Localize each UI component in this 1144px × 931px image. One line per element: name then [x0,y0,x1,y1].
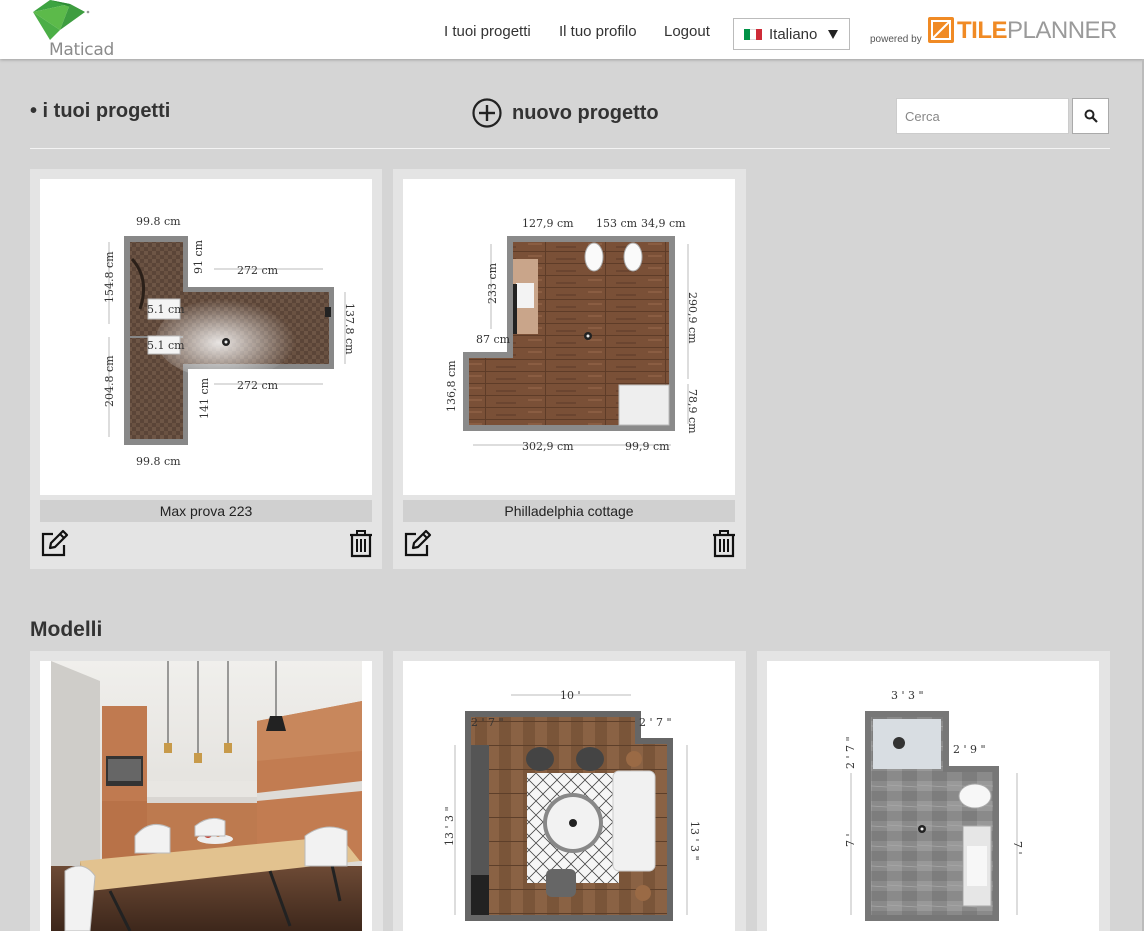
dim-label: 272 cm [237,264,279,277]
dim-label: 7 ' [1011,841,1024,855]
section-divider [30,148,1110,149]
logo-text: Maticad [49,40,114,60]
edit-icon [404,529,432,557]
dim-label: 91 cm [192,239,205,274]
dim-label: 153 cm [596,217,638,230]
dim-label: 99,9 cm [625,440,670,453]
dim-label: 2 ' 7 " [471,716,504,729]
nav-your-projects[interactable]: I tuoi progetti [444,23,531,40]
dim-label: 7 ' [844,833,857,847]
dim-label: 233 cm [486,262,499,304]
brand-planner: PLANNER [1007,17,1117,44]
dim-label: 87 cm [476,333,511,346]
project-thumbnail-1[interactable]: 99.8 cm 91 cm 272 cm 154.8 cm 5.1 cm 5.1… [40,179,372,495]
model-card-3: 3 ' 3 " 2 ' 7 " 2 ' 9 " 7 ' 7 ' [757,651,1110,931]
trash-icon [350,530,372,558]
dim-label: 204.8 cm [103,355,116,407]
powered-by-label: powered by [870,34,922,45]
language-label: Italiano [769,25,818,43]
dim-label: 290,9 cm [686,292,699,344]
edit-icon [41,529,69,557]
new-project-button[interactable]: nuovo progetto [472,98,659,128]
dim-label: 154.8 cm [103,251,116,303]
floor-plan-2: 127,9 cm 153 cm 34,9 cm 233 cm 290,9 cm … [445,217,699,453]
edit-project-button[interactable] [402,529,432,559]
model-thumbnail-kitchen[interactable] [40,661,372,931]
edit-project-button[interactable] [39,529,69,559]
search-button[interactable] [1072,98,1109,134]
dim-label: 13 ' 3 " [443,806,456,846]
dim-label: 99.8 cm [136,215,181,228]
dim-label: 78,9 cm [686,389,699,434]
search-input[interactable] [896,98,1069,134]
tileplanner-brand[interactable]: TILEPLANNER [957,17,1117,45]
nav-your-profile[interactable]: Il tuo profilo [559,23,637,40]
plus-circle-icon [472,98,502,128]
project-thumbnail-2[interactable]: 127,9 cm 153 cm 34,9 cm 233 cm 290,9 cm … [403,179,735,495]
floor-plan-model-2: 10 ' 2 ' 7 " 2 ' 7 " 13 ' 3 " 13 ' 3 " [443,689,701,921]
dim-label: 141 cm [198,377,211,419]
brand-tile: TILE [957,17,1008,44]
new-project-label: nuovo progetto [512,101,659,124]
italy-flag-icon [744,28,762,40]
dim-label: 3 ' 3 " [891,689,924,702]
delete-project-button[interactable] [348,529,374,559]
model-card-1 [30,651,383,931]
dim-label: 5.1 cm [147,303,185,316]
floor-plan-model-3: 3 ' 3 " 2 ' 7 " 2 ' 9 " 7 ' 7 ' [844,689,1024,921]
dim-label: 10 ' [560,689,581,702]
project-card-2: 127,9 cm 153 cm 34,9 cm 233 cm 290,9 cm … [393,169,746,569]
dim-label: 2 ' 7 " [844,736,857,769]
language-select[interactable]: Italiano [733,18,850,50]
dim-label: 2 ' 9 " [953,743,986,756]
dim-label: 5.1 cm [147,339,185,352]
floor-plan-1: 99.8 cm 91 cm 272 cm 154.8 cm 5.1 cm 5.1… [103,215,356,468]
dim-label: 99.8 cm [136,455,181,468]
dim-label: 127,9 cm [522,217,574,230]
dim-label: 272 cm [237,379,279,392]
dim-label: 137.8 cm [343,303,356,355]
project-card-1: 99.8 cm 91 cm 272 cm 154.8 cm 5.1 cm 5.1… [30,169,382,569]
trash-icon [713,530,735,558]
search-icon [1084,109,1098,123]
project-name[interactable]: Philladelphia cottage [403,500,735,522]
projects-title: • i tuoi progetti [30,100,171,122]
model-thumbnail-living[interactable]: 10 ' 2 ' 7 " 2 ' 7 " 13 ' 3 " 13 ' 3 " [403,661,735,931]
nav-logout[interactable]: Logout [664,23,710,40]
model-card-2: 10 ' 2 ' 7 " 2 ' 7 " 13 ' 3 " 13 ' 3 " [393,651,746,931]
dim-label: 136,8 cm [445,360,458,412]
top-bar: Maticad I tuoi progetti Il tuo profilo L… [0,0,1144,60]
dim-label: 34,9 cm [641,217,686,230]
project-name[interactable]: Max prova 223 [40,500,372,522]
kitchen-render-image [51,661,362,931]
model-thumbnail-bathroom[interactable]: 3 ' 3 " 2 ' 7 " 2 ' 9 " 7 ' 7 ' [767,661,1099,931]
chevron-down-icon [828,30,838,39]
dim-label: 2 ' 7 " [639,716,672,729]
delete-project-button[interactable] [711,529,737,559]
tileplanner-logo-icon [928,17,954,43]
dim-label: 302,9 cm [522,440,574,453]
dim-label: 13 ' 3 " [688,821,701,861]
models-title: Modelli [30,618,103,641]
